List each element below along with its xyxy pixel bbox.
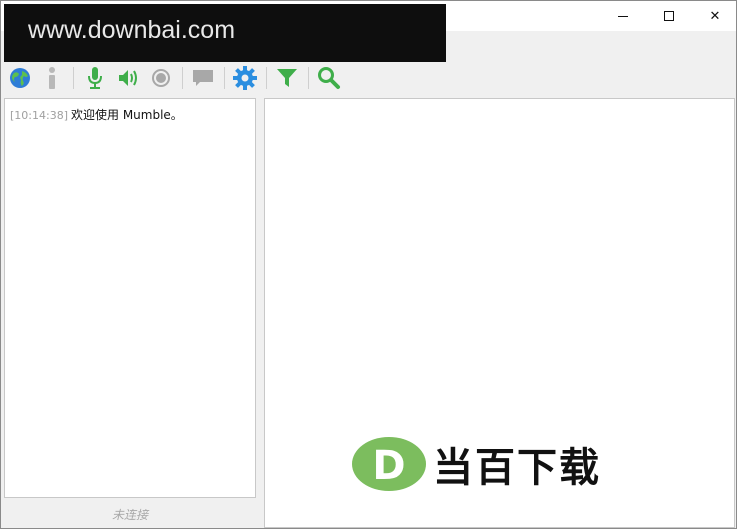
mute-self-button[interactable]	[83, 66, 107, 90]
deafen-self-button[interactable]	[116, 66, 140, 90]
settings-button[interactable]	[233, 66, 257, 90]
maximize-button[interactable]	[646, 1, 692, 31]
search-button[interactable]	[317, 66, 341, 90]
brand-watermark-text: 当百下载	[433, 445, 601, 491]
toolbar-separator	[182, 67, 183, 89]
close-button[interactable]: ✕	[692, 1, 737, 31]
comment-icon	[193, 70, 213, 86]
gear-icon	[233, 66, 257, 90]
log-timestamp: [10:14:38]	[10, 109, 68, 122]
log-entry: [10:14:38] 欢迎使用 Mumble。	[10, 106, 250, 123]
speaker-icon	[119, 70, 137, 86]
site-watermark: www.downbai.com	[4, 4, 446, 62]
server-info-button[interactable]	[40, 66, 64, 90]
server-connect-button[interactable]	[8, 66, 32, 90]
chat-log[interactable]: [10:14:38] 欢迎使用 Mumble。	[4, 98, 256, 498]
info-icon	[49, 67, 55, 89]
close-icon: ✕	[709, 8, 721, 24]
globe-icon	[10, 68, 30, 88]
minimize-button[interactable]	[600, 1, 646, 31]
toolbar-separator	[224, 67, 225, 89]
connection-status: 未连接	[111, 508, 148, 522]
mumble-window: ✕ www.downbai.com [10:14:38] 欢迎使用 Mumble…	[0, 0, 737, 529]
record-icon	[152, 69, 170, 87]
search-icon	[318, 67, 340, 89]
minimize-icon	[618, 15, 628, 17]
filter-button[interactable]	[275, 66, 299, 90]
microphone-icon	[88, 67, 102, 89]
site-watermark-text: www.downbai.com	[28, 16, 236, 44]
maximize-icon	[664, 11, 674, 21]
record-button[interactable]	[149, 66, 173, 90]
toolbar-separator	[308, 67, 309, 89]
brand-watermark: D 当百下载	[351, 435, 681, 493]
toolbar	[1, 62, 736, 94]
toolbar-separator	[266, 67, 267, 89]
toolbar-separator	[73, 67, 74, 89]
log-message: 欢迎使用 Mumble。	[71, 108, 183, 122]
filter-icon	[277, 69, 297, 87]
svg-text:D: D	[372, 443, 405, 489]
brand-logo-icon: D	[352, 437, 426, 491]
comment-button[interactable]	[191, 66, 215, 90]
